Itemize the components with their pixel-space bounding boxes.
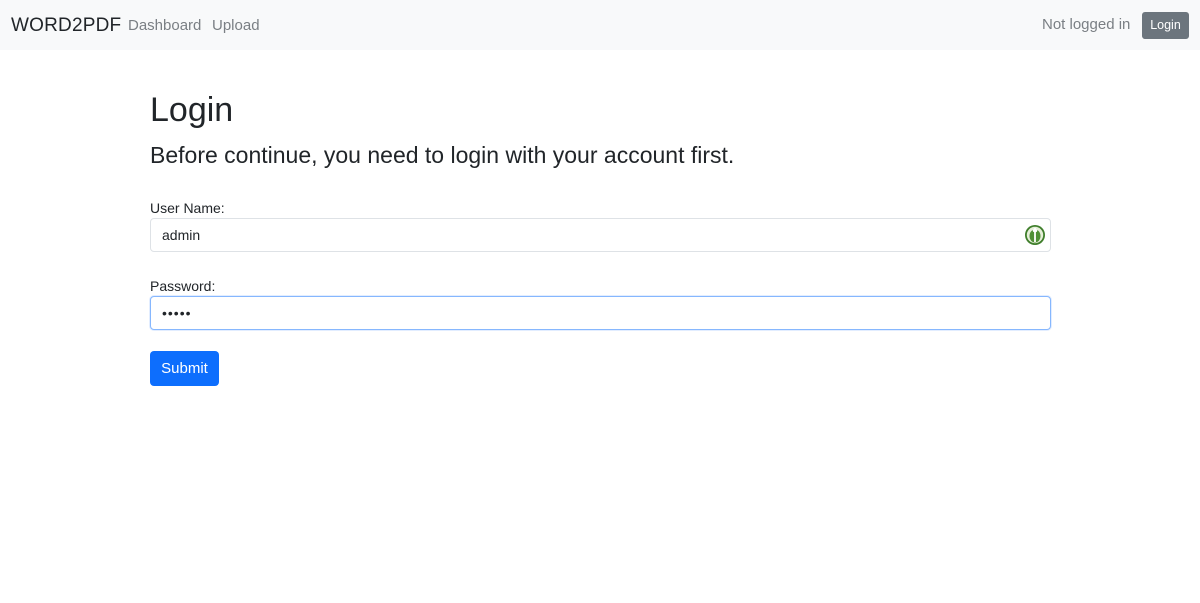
- brand-link[interactable]: WORD2PDF: [11, 15, 121, 37]
- navbar: WORD2PDF Dashboard Upload Not logged in …: [0, 0, 1200, 50]
- page-title: Login: [150, 91, 234, 129]
- password-input[interactable]: [150, 296, 1051, 330]
- nav-dashboard-link[interactable]: Dashboard: [128, 16, 201, 36]
- navbar-login-button[interactable]: Login: [1142, 12, 1189, 39]
- submit-button[interactable]: Submit: [150, 351, 219, 386]
- username-input[interactable]: [150, 218, 1051, 252]
- password-manager-icon[interactable]: [1024, 224, 1046, 246]
- login-status-text: Not logged in: [1042, 16, 1131, 33]
- page-subtitle: Before continue, you need to login with …: [150, 142, 735, 168]
- username-label: User Name:: [150, 200, 225, 216]
- nav-upload-link[interactable]: Upload: [212, 16, 260, 36]
- password-label: Password:: [150, 278, 216, 294]
